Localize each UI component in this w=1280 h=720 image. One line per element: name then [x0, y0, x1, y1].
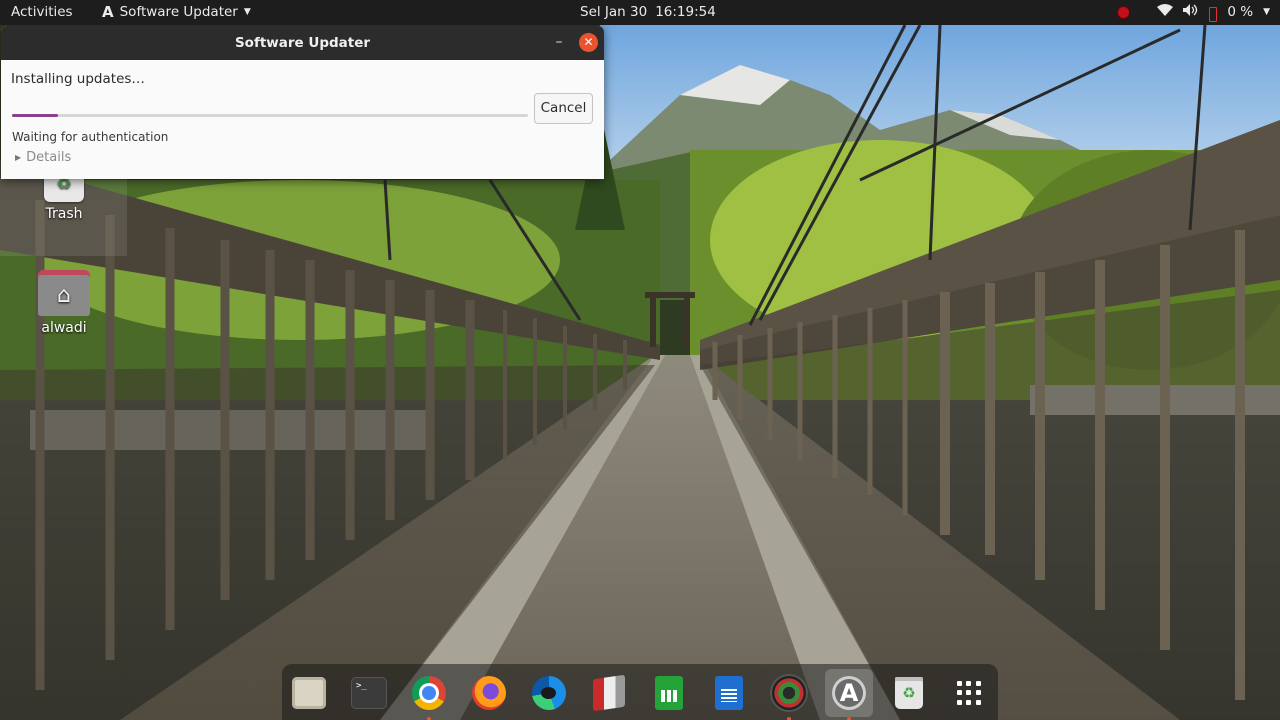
details-label: Details [26, 150, 72, 165]
dock: >_ A ♻ [282, 664, 998, 720]
caret-down-icon: ▼ [1263, 7, 1270, 17]
window-title: Software Updater [234, 35, 371, 51]
desktop-icon-home-folder[interactable]: ⌂ alwadi [21, 270, 107, 336]
presentation-icon [593, 674, 625, 712]
system-tray[interactable]: 0 % ▼ [1118, 0, 1270, 25]
app-menu[interactable]: A Software Updater ▼ [102, 0, 251, 25]
software-updater-icon: A [832, 676, 866, 710]
dock-item-chrome[interactable] [410, 674, 448, 720]
close-button[interactable]: ✕ [579, 33, 598, 52]
edge-icon [532, 676, 566, 710]
top-bar: Activities A Software Updater ▼ Sel Jan … [0, 0, 1280, 25]
trash-icon: ♻ [895, 677, 923, 709]
progress-fill [12, 114, 59, 117]
terminal-icon: >_ [352, 678, 386, 708]
software-updater-icon: A [102, 3, 114, 21]
battery-percentage: 0 % [1227, 4, 1254, 20]
battery-icon [1209, 7, 1218, 22]
dock-item-edge[interactable] [530, 674, 568, 712]
dock-item-camera-app[interactable] [770, 674, 808, 720]
substatus-label: Waiting for authentication [12, 130, 169, 144]
activities-button[interactable]: Activities [11, 0, 73, 25]
expander-arrow-icon: ▶ [15, 153, 22, 162]
firefox-icon [472, 676, 506, 710]
desktop-icon-label: alwadi [41, 320, 87, 336]
caret-down-icon: ▼ [243, 7, 251, 17]
screen-recording-icon[interactable] [1118, 7, 1130, 18]
files-icon [292, 677, 326, 709]
dock-item-libreoffice-writer[interactable] [710, 674, 748, 712]
app-grid-icon [957, 681, 981, 705]
app-menu-label: Software Updater [119, 4, 238, 20]
minimize-icon: – [555, 34, 563, 50]
status-label: Installing updates… [11, 71, 145, 87]
close-icon: ✕ [583, 35, 594, 49]
spreadsheet-icon [655, 676, 683, 710]
network-wifi-icon [1157, 0, 1174, 25]
camera-icon [772, 676, 806, 710]
dock-item-software-updater[interactable]: A [825, 669, 873, 720]
clock-time: 16:19:54 [655, 4, 716, 20]
show-applications-button[interactable] [950, 674, 988, 712]
window-titlebar[interactable]: Software Updater – ✕ [1, 26, 604, 60]
clock[interactable]: Sel Jan 30 16:19:54 [580, 0, 716, 25]
desktop-icon-label: Trash [45, 206, 83, 222]
volume-icon [1183, 0, 1199, 25]
dock-item-firefox[interactable] [470, 674, 508, 712]
chrome-icon [412, 676, 446, 710]
document-icon [715, 676, 743, 710]
progress-bar [12, 114, 528, 117]
dock-item-libreoffice-calc[interactable] [650, 674, 688, 712]
clock-day: Sel Jan 30 [580, 4, 648, 20]
software-updater-window: Software Updater – ✕ Installing updates…… [1, 26, 604, 179]
details-expander[interactable]: ▶ Details [15, 150, 71, 165]
dock-item-libreoffice-impress[interactable] [590, 674, 628, 712]
dock-item-terminal[interactable]: >_ [350, 674, 388, 712]
home-folder-icon: ⌂ [38, 270, 90, 316]
minimize-button[interactable]: – [549, 32, 569, 52]
cancel-button[interactable]: Cancel [534, 93, 593, 124]
dock-item-files[interactable] [290, 674, 328, 712]
dock-item-trash[interactable]: ♻ [890, 674, 928, 712]
